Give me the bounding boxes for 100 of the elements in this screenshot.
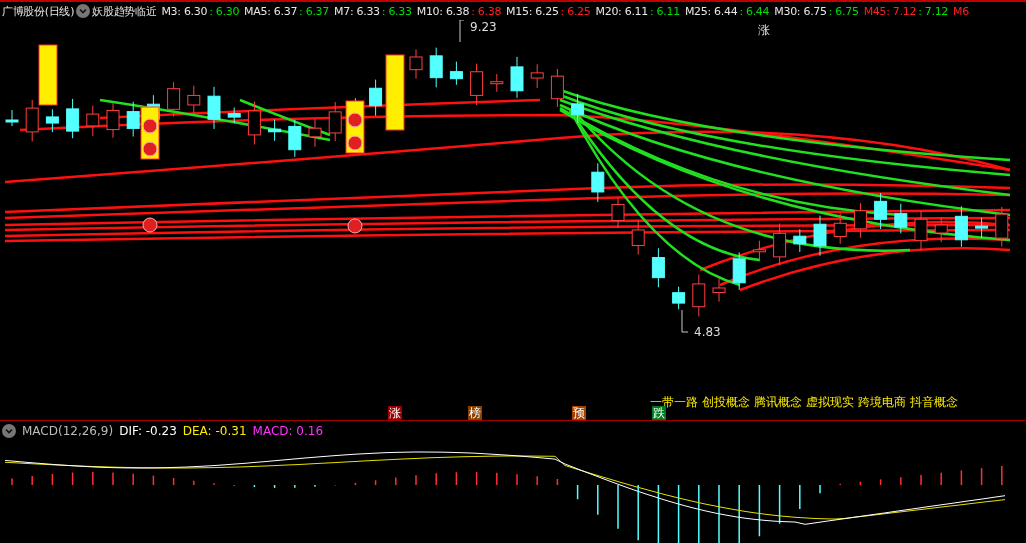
concept-tag: 虚拟现实 xyxy=(806,394,854,411)
macd-bar xyxy=(859,480,862,486)
macd-value: MACD: 0.16 xyxy=(252,423,324,438)
macd-bar xyxy=(354,482,357,486)
macd-bar xyxy=(253,484,256,488)
macd-bar xyxy=(71,471,74,486)
macd-bar xyxy=(758,484,761,537)
candlestick xyxy=(934,216,948,243)
average-label: M6 xyxy=(953,4,969,18)
ball-icon xyxy=(347,218,363,234)
candlestick xyxy=(813,215,827,257)
macd-bar xyxy=(960,469,963,486)
candlestick xyxy=(631,219,645,255)
average-value: : 6.25 xyxy=(560,4,591,18)
candlestick xyxy=(732,251,746,291)
macd-bar xyxy=(273,484,276,489)
leader-line xyxy=(459,20,465,43)
candlestick xyxy=(692,274,706,317)
average-label: M20: 6.11 xyxy=(595,4,648,18)
macd-bar xyxy=(657,484,660,543)
candlestick xyxy=(550,68,564,108)
concept-tag: 跨境电商 xyxy=(858,394,906,411)
macd-title: MACD(12,26,9) xyxy=(22,423,114,438)
macd-bar xyxy=(374,479,377,486)
average-label: M10: 6.38 xyxy=(416,4,470,18)
average-label: M25: 6.44 xyxy=(684,4,738,18)
candlestick xyxy=(429,47,443,88)
candlestick xyxy=(874,192,888,230)
ball-icon xyxy=(142,217,158,233)
candlestick xyxy=(954,205,968,248)
dif-value: DIF: -0.23 xyxy=(119,423,177,438)
macd-bar xyxy=(980,467,983,486)
candlestick xyxy=(651,247,665,288)
candlestick xyxy=(914,210,928,251)
candlestick xyxy=(45,108,59,133)
indicator-name: 妖股趋势临近 xyxy=(92,3,157,19)
candlestick xyxy=(530,63,544,89)
dropdown-icon[interactable] xyxy=(2,423,16,438)
candlestick xyxy=(308,118,322,148)
candlestick xyxy=(106,102,120,139)
candlestick xyxy=(833,212,847,245)
average-value: : 6.75 xyxy=(828,4,859,18)
dropdown-icon[interactable] xyxy=(76,4,91,18)
candlestick xyxy=(672,286,686,310)
candlestick xyxy=(995,206,1009,247)
candlestick xyxy=(571,93,585,124)
macd-bar xyxy=(51,473,54,486)
average-label: M45: 7.12 xyxy=(863,4,917,18)
macd-bar xyxy=(576,484,579,500)
macd-bar xyxy=(778,484,781,525)
concept-tag: 创投概念 xyxy=(702,394,750,411)
macd-bar xyxy=(152,474,155,486)
average-value: : 6.33 xyxy=(381,4,412,18)
ball-icon xyxy=(347,112,363,128)
candlestick xyxy=(975,217,989,239)
candlestick xyxy=(591,162,605,203)
average-value: : 7.12 xyxy=(918,4,949,18)
candlestick xyxy=(207,86,221,130)
average-value: : 6.38 xyxy=(471,4,502,18)
low-price-label: 4.83 xyxy=(694,325,721,339)
candlestick xyxy=(328,101,342,142)
dea-value: DEA: -0.31 xyxy=(182,423,247,438)
candlestick xyxy=(894,203,908,234)
candlestick xyxy=(5,109,19,127)
signal-marker: 预 xyxy=(572,406,586,420)
candlestick xyxy=(167,81,181,117)
macd-bar xyxy=(677,484,680,543)
candlestick xyxy=(247,101,261,145)
average-value: : 6.37 xyxy=(299,4,329,18)
candlestick xyxy=(369,79,383,117)
average-label: M15: 6.25 xyxy=(506,4,559,18)
average-value: : 6.44 xyxy=(739,4,770,18)
candlestick xyxy=(227,107,241,124)
candlestick xyxy=(449,61,463,86)
concept-tag: 抖音概念 xyxy=(910,394,958,411)
macd-bar xyxy=(455,471,458,486)
leader-line xyxy=(681,309,689,333)
high-price-label: 9.23 xyxy=(470,20,497,34)
candlestick xyxy=(853,202,867,239)
average-label: MA5: 6.37 xyxy=(244,4,298,18)
ball-icon xyxy=(142,141,158,157)
candlestick xyxy=(793,228,807,253)
ball-icon xyxy=(142,118,158,134)
macd-bar xyxy=(556,478,559,486)
concept-tag: 腾讯概念 xyxy=(754,394,802,411)
candlestick xyxy=(611,197,625,229)
candlestick xyxy=(126,101,140,138)
candlestick xyxy=(187,85,201,115)
candlestick xyxy=(712,277,726,303)
macd-bar xyxy=(879,478,882,486)
candlestick xyxy=(268,119,282,142)
candlestick xyxy=(25,99,39,143)
candlestick xyxy=(773,223,787,266)
signal-marker: 涨 xyxy=(388,406,402,420)
stock-title: 广博股份(日线) xyxy=(2,3,75,19)
candlestick xyxy=(510,56,524,99)
signal-marker: 榜 xyxy=(468,406,482,420)
average-label: M7: 6.33 xyxy=(334,4,380,18)
signal-label: 涨 xyxy=(758,22,770,39)
candlestick xyxy=(288,119,302,158)
